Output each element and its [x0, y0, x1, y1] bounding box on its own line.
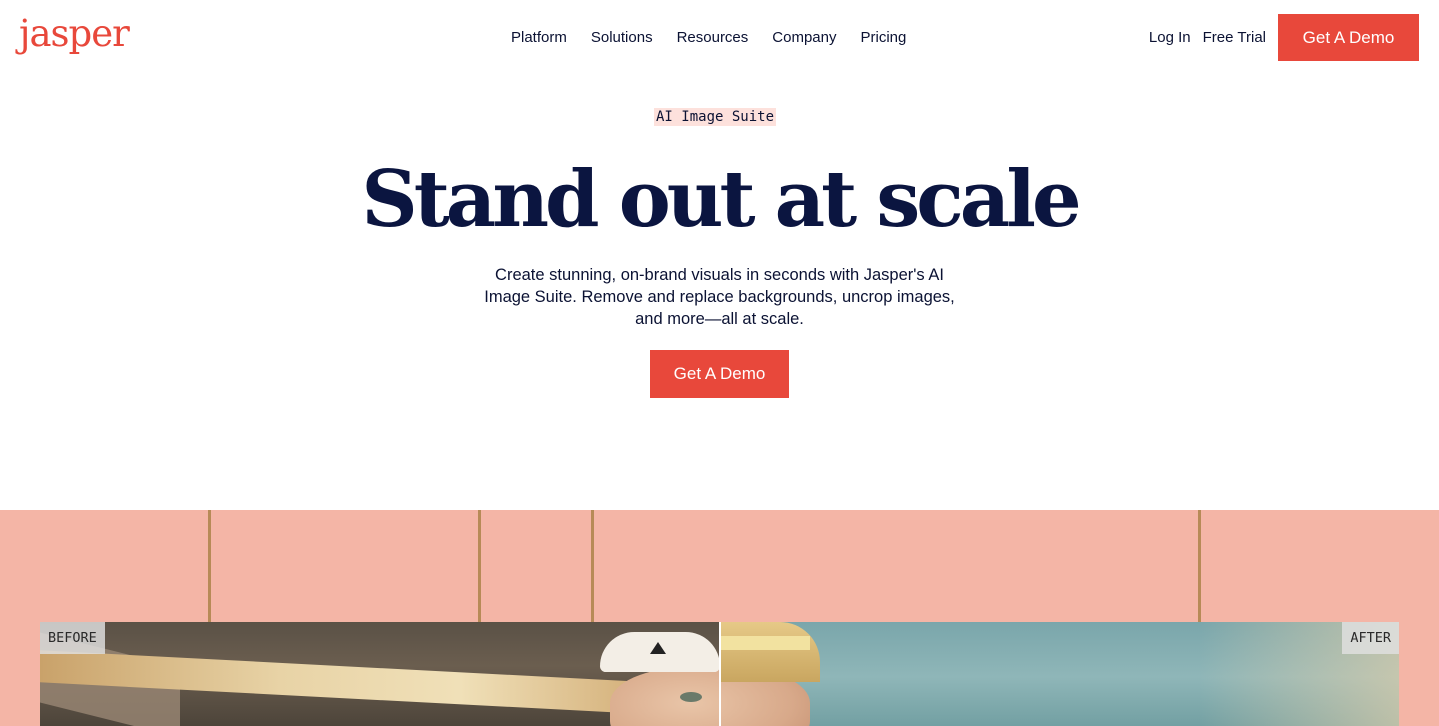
before-after-slider[interactable]: BEFORE AFTER: [40, 622, 1399, 726]
hero-headline: Stand out at scale: [361, 154, 1081, 245]
main-nav: Platform Solutions Resources Company Pri…: [511, 27, 906, 49]
comparison-divider-handle[interactable]: [719, 622, 721, 726]
nav-item-solutions[interactable]: Solutions: [591, 27, 653, 49]
nav-item-company[interactable]: Company: [772, 27, 836, 49]
jasper-logo[interactable]: jasper: [19, 11, 130, 57]
person-eye: [680, 692, 702, 702]
header-actions: Log In Free Trial Get A Demo: [1149, 14, 1419, 61]
background-post: [591, 510, 594, 622]
person-hair: [720, 622, 820, 682]
background-post: [208, 510, 211, 622]
hero-eyebrow: AI Image Suite: [654, 108, 777, 126]
nav-item-pricing[interactable]: Pricing: [860, 27, 906, 49]
background-post: [478, 510, 481, 622]
after-image: [720, 622, 1399, 726]
person-headband: [720, 636, 810, 650]
site-header: jasper Platform Solutions Resources Comp…: [0, 0, 1439, 76]
before-label: BEFORE: [40, 622, 105, 654]
login-link[interactable]: Log In: [1149, 29, 1191, 46]
hero-subtext: Create stunning, on-brand visuals in sec…: [484, 266, 955, 328]
visor-logo-icon: [650, 642, 666, 654]
after-label: AFTER: [1342, 622, 1399, 654]
nav-item-platform[interactable]: Platform: [511, 27, 567, 49]
header-get-demo-button[interactable]: Get A Demo: [1278, 14, 1419, 61]
nav-item-resources[interactable]: Resources: [677, 27, 749, 49]
image-showcase: BEFORE AFTER: [0, 510, 1439, 726]
free-trial-link[interactable]: Free Trial: [1203, 29, 1266, 46]
person-visor: [600, 632, 720, 672]
hero-get-demo-button[interactable]: Get A Demo: [650, 350, 789, 398]
background-post: [1198, 510, 1201, 622]
